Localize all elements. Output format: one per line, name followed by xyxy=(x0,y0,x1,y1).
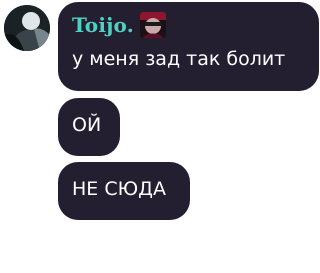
message-bubble[interactable]: Toijo. у меня зад так болит xyxy=(58,2,319,91)
message-bubble[interactable]: НЕ СЮДА xyxy=(58,162,190,220)
message-text: ОЙ xyxy=(72,114,102,136)
message-text: у меня зад так болит xyxy=(72,48,286,70)
message-text: НЕ СЮДА xyxy=(72,178,166,200)
chat-thread: Toijo. у меня зад так болит ОЙ НЕ СЮДА xyxy=(0,0,320,273)
sender-name[interactable]: Toijo. xyxy=(72,15,134,35)
user-avatar-icon[interactable] xyxy=(4,5,50,51)
message-header: Toijo. xyxy=(72,11,305,39)
message-bubble[interactable]: ОЙ xyxy=(58,98,120,156)
avatar-image xyxy=(4,5,50,51)
user-badge-icon xyxy=(139,12,166,38)
